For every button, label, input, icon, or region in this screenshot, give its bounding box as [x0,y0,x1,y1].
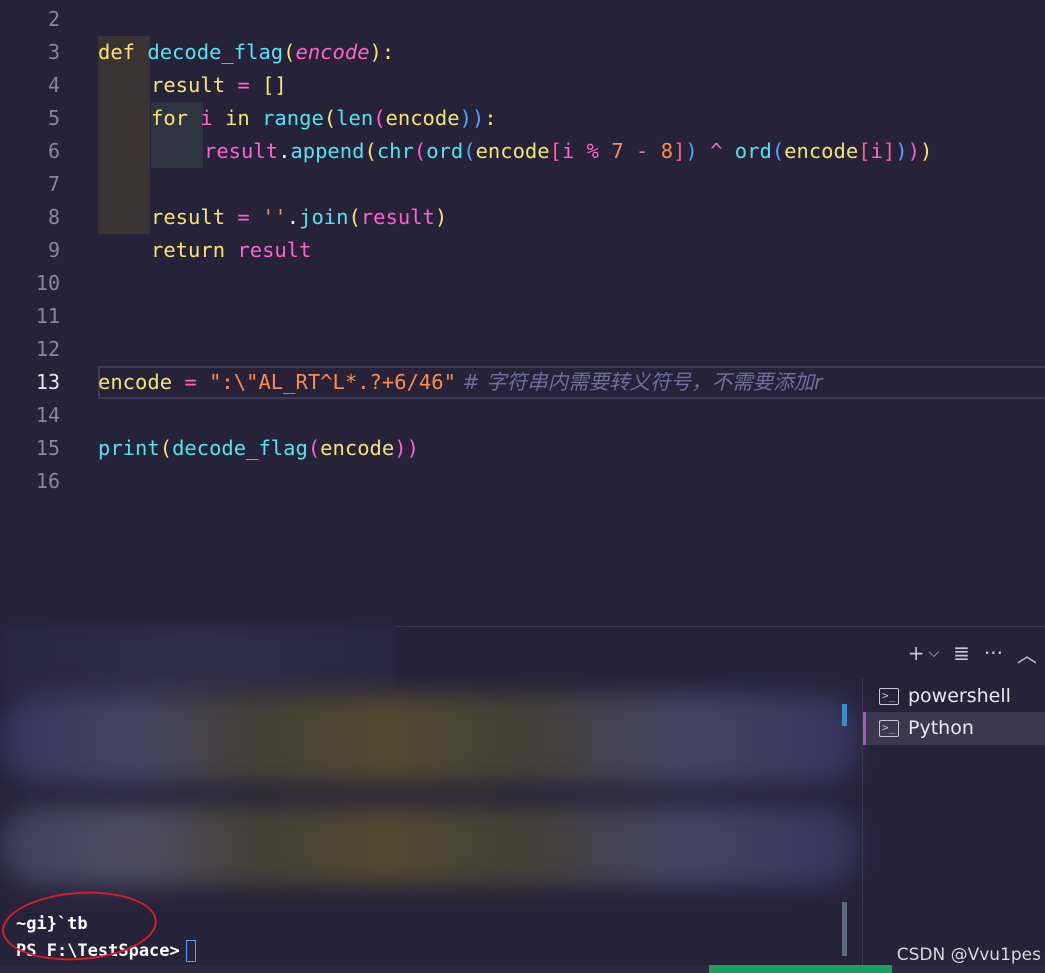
line-number: 6 [47,139,60,163]
terminal-icon: >_ [879,688,899,705]
line-number: 14 [35,403,60,427]
terminal-list: >_ powershell >_ Python [862,678,1045,973]
line-number: 16 [35,469,60,493]
terminal-icon: >_ [879,720,899,737]
panel-tabs-blurred [0,626,395,696]
line-number: 15 [35,436,60,460]
panel-border [395,626,1045,627]
terminal-label: Python [908,717,974,739]
scroll-marker [842,704,847,726]
line-number: 10 [35,271,60,295]
line-number: 4 [47,73,60,97]
blurred-terminal-output [0,694,860,784]
line-number: 9 [47,238,60,262]
line-number-active: 13 [35,370,60,394]
line-number: 12 [35,337,60,361]
code-editor[interactable]: 2 def decode_flag(encode): 3 result = []… [0,0,1045,626]
collapse-panel-icon[interactable]: ︿ [1017,639,1037,668]
blurred-terminal-output [0,806,860,886]
terminal-toolbar: + ⌵ ≣ ··· ︿ [908,639,1037,668]
chevron-down-icon[interactable]: ⌵ [929,645,940,661]
line-number: 8 [47,205,60,229]
clear-terminal-icon[interactable]: ≣ [953,641,970,665]
more-actions-icon[interactable]: ··· [984,641,1003,665]
terminal-cursor [185,940,196,962]
terminal-panel: + ⌵ ≣ ··· ︿ >_ powershell >_ Python ~gi}… [0,626,1045,973]
status-bar-segment [709,965,892,973]
terminal-item-powershell[interactable]: >_ powershell [863,680,1045,713]
line-number: 5 [47,106,60,130]
scroll-marker [842,902,847,956]
active-marker [863,712,866,745]
terminal-item-python[interactable]: >_ Python [863,712,1045,745]
line-number: 11 [35,304,60,328]
line-number: 7 [47,172,60,196]
terminal-label: powershell [908,685,1011,707]
line-number: 3 [47,40,60,64]
line-number: 2 [47,7,60,31]
add-terminal-icon[interactable]: + [908,641,925,665]
watermark: CSDN @Vvu1pes [896,945,1041,965]
marker [863,680,866,713]
